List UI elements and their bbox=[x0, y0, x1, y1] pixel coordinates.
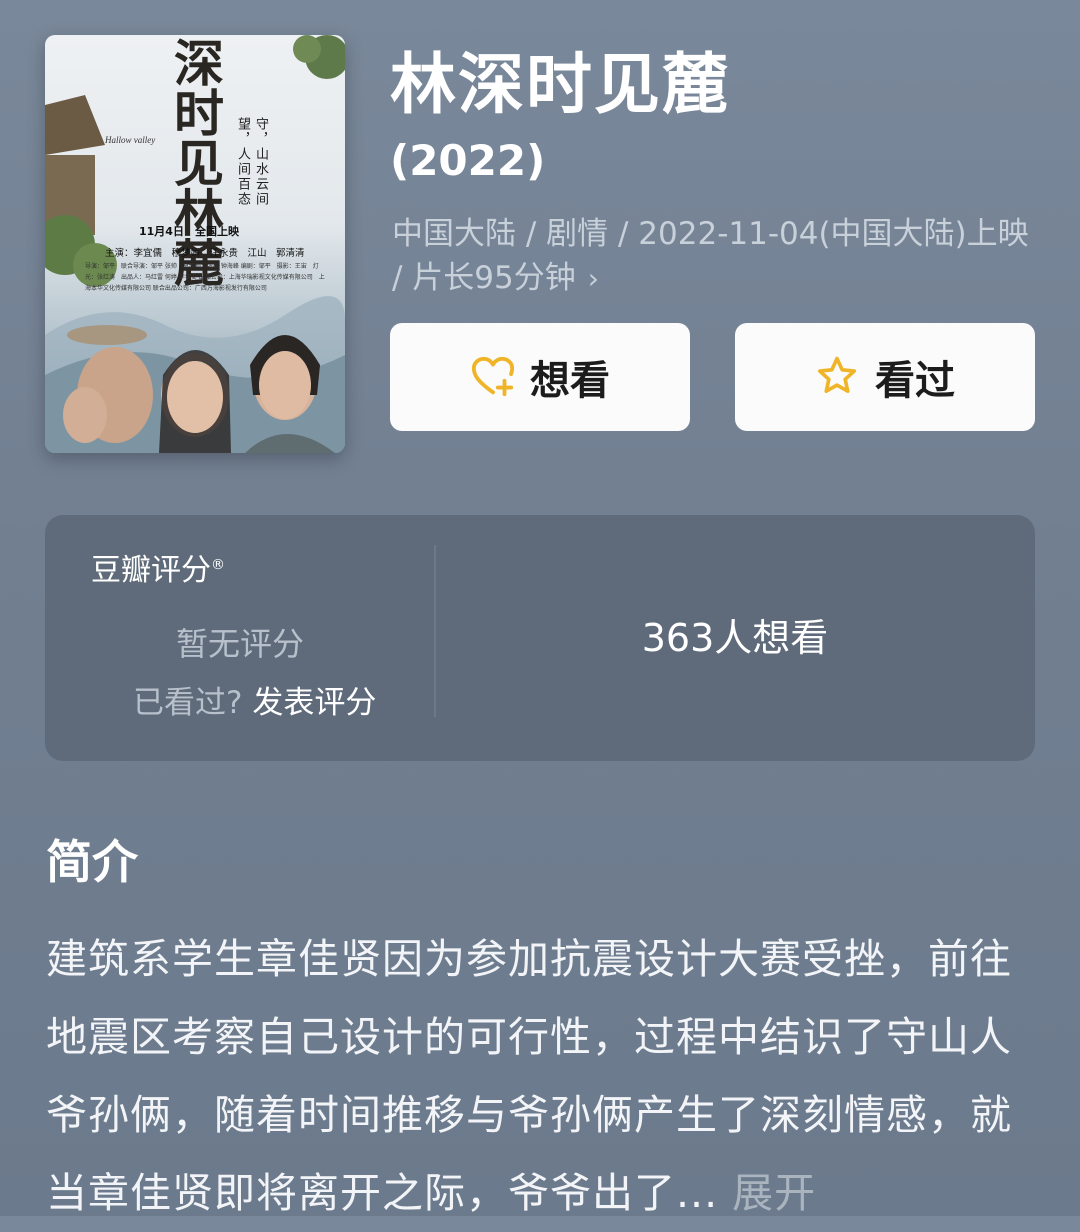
synopsis-body: 建筑系学生章佳贤因为参加抗震设计大赛受挫，前往地震区考察自己设计的可行性，过程中… bbox=[46, 920, 1041, 1232]
no-score-text: 暂无评分 bbox=[175, 625, 304, 663]
douban-rating-label: 豆瓣评分 bbox=[91, 553, 211, 588]
movie-poster[interactable]: 深时见林麓 Hallow valley 守，山水云间 望，人间百态 11月4日 … bbox=[45, 35, 345, 453]
douban-rating-brand: 豆瓣评分® bbox=[91, 545, 225, 589]
poster-release-date: 11月4日 全国上映 bbox=[139, 225, 239, 238]
seen-question-text: 已看过? bbox=[133, 685, 243, 721]
expand-link[interactable]: 展开 bbox=[732, 1169, 816, 1217]
seen-question-row: 已看过? 发表评分 bbox=[133, 677, 376, 722]
synopsis-text: 建筑系学生章佳贤因为参加抗震设计大赛受挫，前往地震区考察自己设计的可行性，过程中… bbox=[46, 935, 1012, 1217]
wish-count[interactable]: 363人想看 bbox=[435, 607, 1035, 662]
movie-year: (2022) bbox=[390, 136, 546, 185]
poster-credits: 导演：邹平 联合导演：邹平 张帅 总策划：张权 钟海峰 编剧：邹平 摄影：王宙 … bbox=[85, 263, 325, 292]
star-outline-icon bbox=[815, 354, 861, 400]
synopsis-heading: 简介 bbox=[46, 835, 138, 889]
poster-english-title: Hallow valley bbox=[105, 135, 156, 145]
registered-mark: ® bbox=[211, 557, 225, 573]
watched-label: 看过 bbox=[875, 358, 955, 404]
want-to-watch-button[interactable]: 想看 bbox=[390, 323, 690, 431]
watched-button[interactable]: 看过 bbox=[735, 323, 1035, 431]
want-to-watch-label: 想看 bbox=[530, 358, 610, 404]
poster-tagline: 守，山水云间 望，人间百态 bbox=[235, 117, 268, 207]
poster-cast: 主演：李宜儒 穆梦娇 汪永贵 江山 郭清清 bbox=[105, 248, 305, 259]
movie-title: 林深时见麓 bbox=[390, 46, 730, 123]
movie-meta-info[interactable]: 中国大陆 / 剧情 / 2022-11-04(中国大陆)上映 / 片长95分钟 › bbox=[392, 212, 1042, 301]
movie-meta-text: 中国大陆 / 剧情 / 2022-11-04(中国大陆)上映 / 片长95分钟 bbox=[392, 216, 1029, 296]
post-rating-link[interactable]: 发表评分 bbox=[252, 685, 376, 721]
douban-rating-card: 豆瓣评分® 暂无评分 已看过? 发表评分 363人想看 bbox=[45, 515, 1035, 761]
chevron-right-icon: › bbox=[587, 262, 599, 295]
heart-plus-icon bbox=[470, 354, 516, 400]
